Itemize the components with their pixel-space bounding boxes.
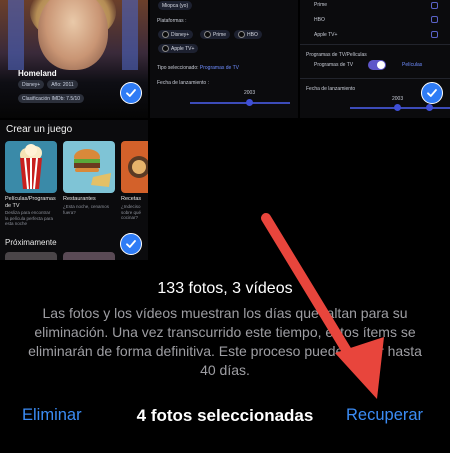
toggle-right-label: Películas xyxy=(402,62,423,68)
toggle-left-label: Programas de TV xyxy=(314,62,354,68)
show-title: Homeland xyxy=(18,69,57,78)
card-subtitle: ¿Esta noche, cenamos fuera? xyxy=(63,204,110,215)
year-slider-knob xyxy=(426,104,433,111)
card-title: Recetas xyxy=(121,196,142,202)
platform-logo-icon xyxy=(162,31,169,38)
year-slider-track xyxy=(190,102,290,104)
option-label: Prime xyxy=(314,2,328,8)
section-title: Crear un juego xyxy=(6,124,73,135)
type-label: Tipo seleccionado: Programas de TV xyxy=(157,65,239,71)
platform-chip: Prime xyxy=(200,30,231,39)
card-subtitle: ¿Indeciso sobre qué cocinar? xyxy=(121,204,142,220)
deletion-info-text: Las fotos y los vídeos muestran los días… xyxy=(28,305,422,378)
show-rating: Clasificación IMDb: 7.5/10 xyxy=(18,94,85,103)
delete-button[interactable]: Eliminar xyxy=(22,406,82,425)
photo-thumbnail-settings-right[interactable]: Prime HBO Apple TV+ Programas de TV/Pelí… xyxy=(300,0,450,118)
year-slider-knob xyxy=(246,99,253,106)
option-label: HBO xyxy=(314,17,325,23)
card-title: Restaurantes xyxy=(63,196,96,202)
recover-button[interactable]: Recuperar xyxy=(346,406,423,425)
photo-thumbnail-show[interactable]: Homeland Disney+ Año: 2011 Clasificación… xyxy=(0,0,148,118)
platform-chip: HBO xyxy=(234,30,262,39)
option-label: Apple TV+ xyxy=(314,32,338,38)
platform-logo-icon xyxy=(238,31,245,38)
card-image-popcorn xyxy=(5,141,57,193)
selected-check-icon[interactable] xyxy=(421,82,443,104)
platforms-label: Plataformas : xyxy=(157,18,187,24)
platform-logo-icon xyxy=(204,31,211,38)
card-image-recipes xyxy=(121,141,148,193)
option-checkbox xyxy=(431,16,438,23)
section-label: Programas de TV/Películas xyxy=(306,52,367,58)
profile-chip: Miopca (yo) xyxy=(158,1,193,10)
release-date-label: Fecha de lanzamiento xyxy=(306,86,356,92)
show-pill: Año: 2011 xyxy=(47,80,78,89)
show-pills: Disney+ Año: 2011 xyxy=(18,80,78,89)
year-value: 2003 xyxy=(244,90,256,96)
option-checkbox xyxy=(431,31,438,38)
show-pill: Disney+ xyxy=(18,80,45,89)
card-image-burger xyxy=(63,141,115,193)
card-title: Películas/Programas de TV xyxy=(5,196,56,209)
type-toggle xyxy=(368,60,386,70)
recently-deleted-screen: Homeland Disney+ Año: 2011 Clasificación… xyxy=(0,0,450,453)
selection-summary-title: 133 fotos, 3 vídeos xyxy=(157,280,293,297)
platform-logo-icon xyxy=(162,45,169,52)
coming-soon-label: Próximamente xyxy=(5,238,57,247)
photo-thumbnail-settings-left[interactable]: Miopca (yo) Plataformas : Disney+ Prime … xyxy=(150,0,298,118)
selected-check-icon[interactable] xyxy=(120,82,142,104)
platform-chip: Disney+ xyxy=(158,30,194,39)
release-date-label: Fecha de lanzamiento : xyxy=(157,80,209,86)
year-value: 2003 xyxy=(392,96,404,102)
platform-chip: Apple TV+ xyxy=(158,44,199,53)
selected-check-icon[interactable] xyxy=(120,233,142,255)
photo-thumbnail-game[interactable]: Crear un juego Películas/Programas de TV… xyxy=(0,120,148,260)
card-subtitle: Desliza para encontrar la película perfe… xyxy=(5,210,54,226)
year-slider-knob xyxy=(394,104,401,111)
option-checkbox xyxy=(431,2,438,9)
